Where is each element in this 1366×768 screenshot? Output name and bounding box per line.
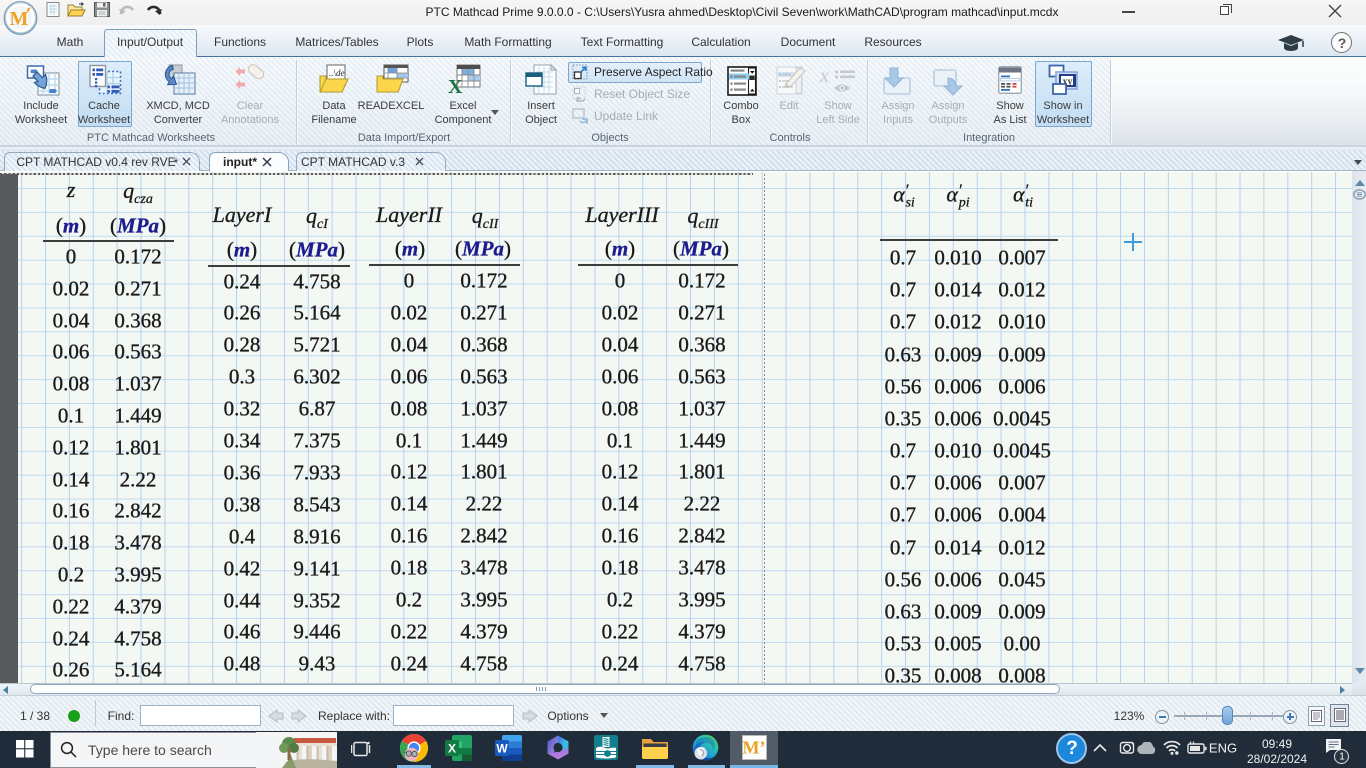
svg-text:M: M	[10, 8, 29, 30]
svg-text:X: X	[448, 742, 456, 756]
svg-text:x: x	[820, 66, 829, 87]
svg-text:W: W	[496, 742, 508, 756]
svg-text:..\de: ..\de	[329, 68, 345, 78]
svg-text:X: X	[448, 76, 463, 96]
